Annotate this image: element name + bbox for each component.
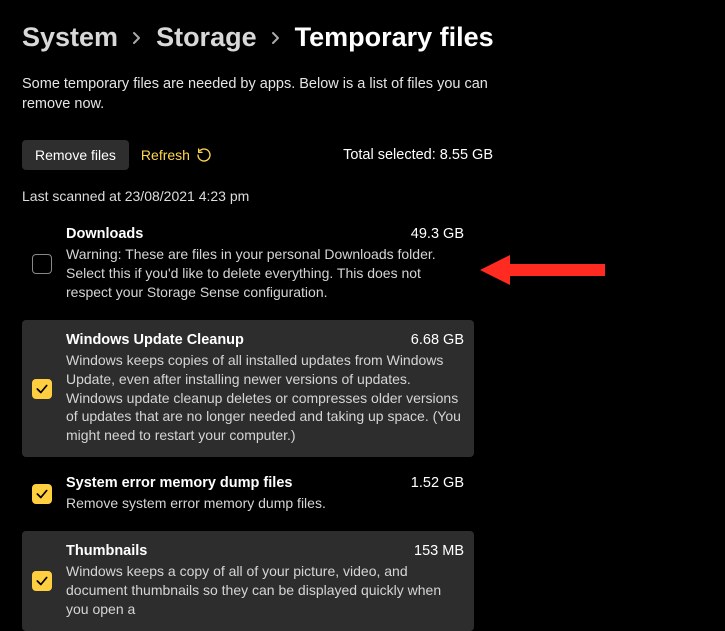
item-size: 153 MB (414, 543, 464, 559)
temp-files-list: Downloads 49.3 GB Warning: These are files… (22, 214, 703, 631)
item-header: Windows Update Cleanup 6.68 GB (66, 332, 464, 348)
list-item[interactable]: Thumbnails 153 MB Windows keeps a copy of … (22, 531, 474, 631)
checkbox[interactable] (32, 484, 52, 504)
item-title: Downloads (66, 226, 143, 242)
refresh-label: Refresh (141, 147, 190, 163)
item-size: 1.52 GB (411, 475, 464, 491)
item-description: Remove system error memory dump files. (66, 494, 464, 513)
item-title: System error memory dump files (66, 475, 292, 491)
checkbox[interactable] (32, 379, 52, 399)
breadcrumb-storage[interactable]: Storage (156, 22, 257, 53)
breadcrumb: System Storage Temporary files (22, 22, 703, 53)
item-size: 6.68 GB (411, 332, 464, 348)
checkbox[interactable] (32, 254, 52, 274)
item-description: Warning: These are files in your persona… (66, 245, 464, 302)
item-body: System error memory dump files 1.52 GB Rem… (66, 475, 464, 513)
item-header: Thumbnails 153 MB (66, 543, 464, 559)
item-size: 49.3 GB (411, 226, 464, 242)
item-title: Windows Update Cleanup (66, 332, 244, 348)
action-row: Remove files Refresh Total selected: 8.5… (22, 140, 703, 170)
item-header: Downloads 49.3 GB (66, 226, 464, 242)
total-selected: Total selected: 8.55 GB (343, 147, 703, 163)
item-description: Windows keeps a copy of all of your pict… (66, 562, 464, 619)
last-scanned: Last scanned at 23/08/2021 4:23 pm (22, 188, 703, 204)
list-item[interactable]: Windows Update Cleanup 6.68 GB Windows kee… (22, 320, 474, 457)
breadcrumb-system[interactable]: System (22, 22, 118, 53)
item-title: Thumbnails (66, 543, 147, 559)
item-body: Windows Update Cleanup 6.68 GB Windows kee… (66, 332, 464, 445)
chevron-right-icon (271, 31, 281, 45)
item-description: Windows keeps copies of all installed up… (66, 351, 464, 445)
item-body: Thumbnails 153 MB Windows keeps a copy of … (66, 543, 464, 619)
refresh-button[interactable]: Refresh (141, 147, 212, 163)
list-item[interactable]: System error memory dump files 1.52 GB Rem… (22, 463, 474, 525)
list-item[interactable]: Downloads 49.3 GB Warning: These are files… (22, 214, 474, 314)
item-body: Downloads 49.3 GB Warning: These are files… (66, 226, 464, 302)
checkbox[interactable] (32, 571, 52, 591)
page-subtitle: Some temporary files are needed by apps.… (22, 75, 522, 114)
refresh-icon (196, 147, 212, 163)
page-title: Temporary files (295, 22, 494, 53)
remove-files-button[interactable]: Remove files (22, 140, 129, 170)
item-header: System error memory dump files 1.52 GB (66, 475, 464, 491)
chevron-right-icon (132, 31, 142, 45)
